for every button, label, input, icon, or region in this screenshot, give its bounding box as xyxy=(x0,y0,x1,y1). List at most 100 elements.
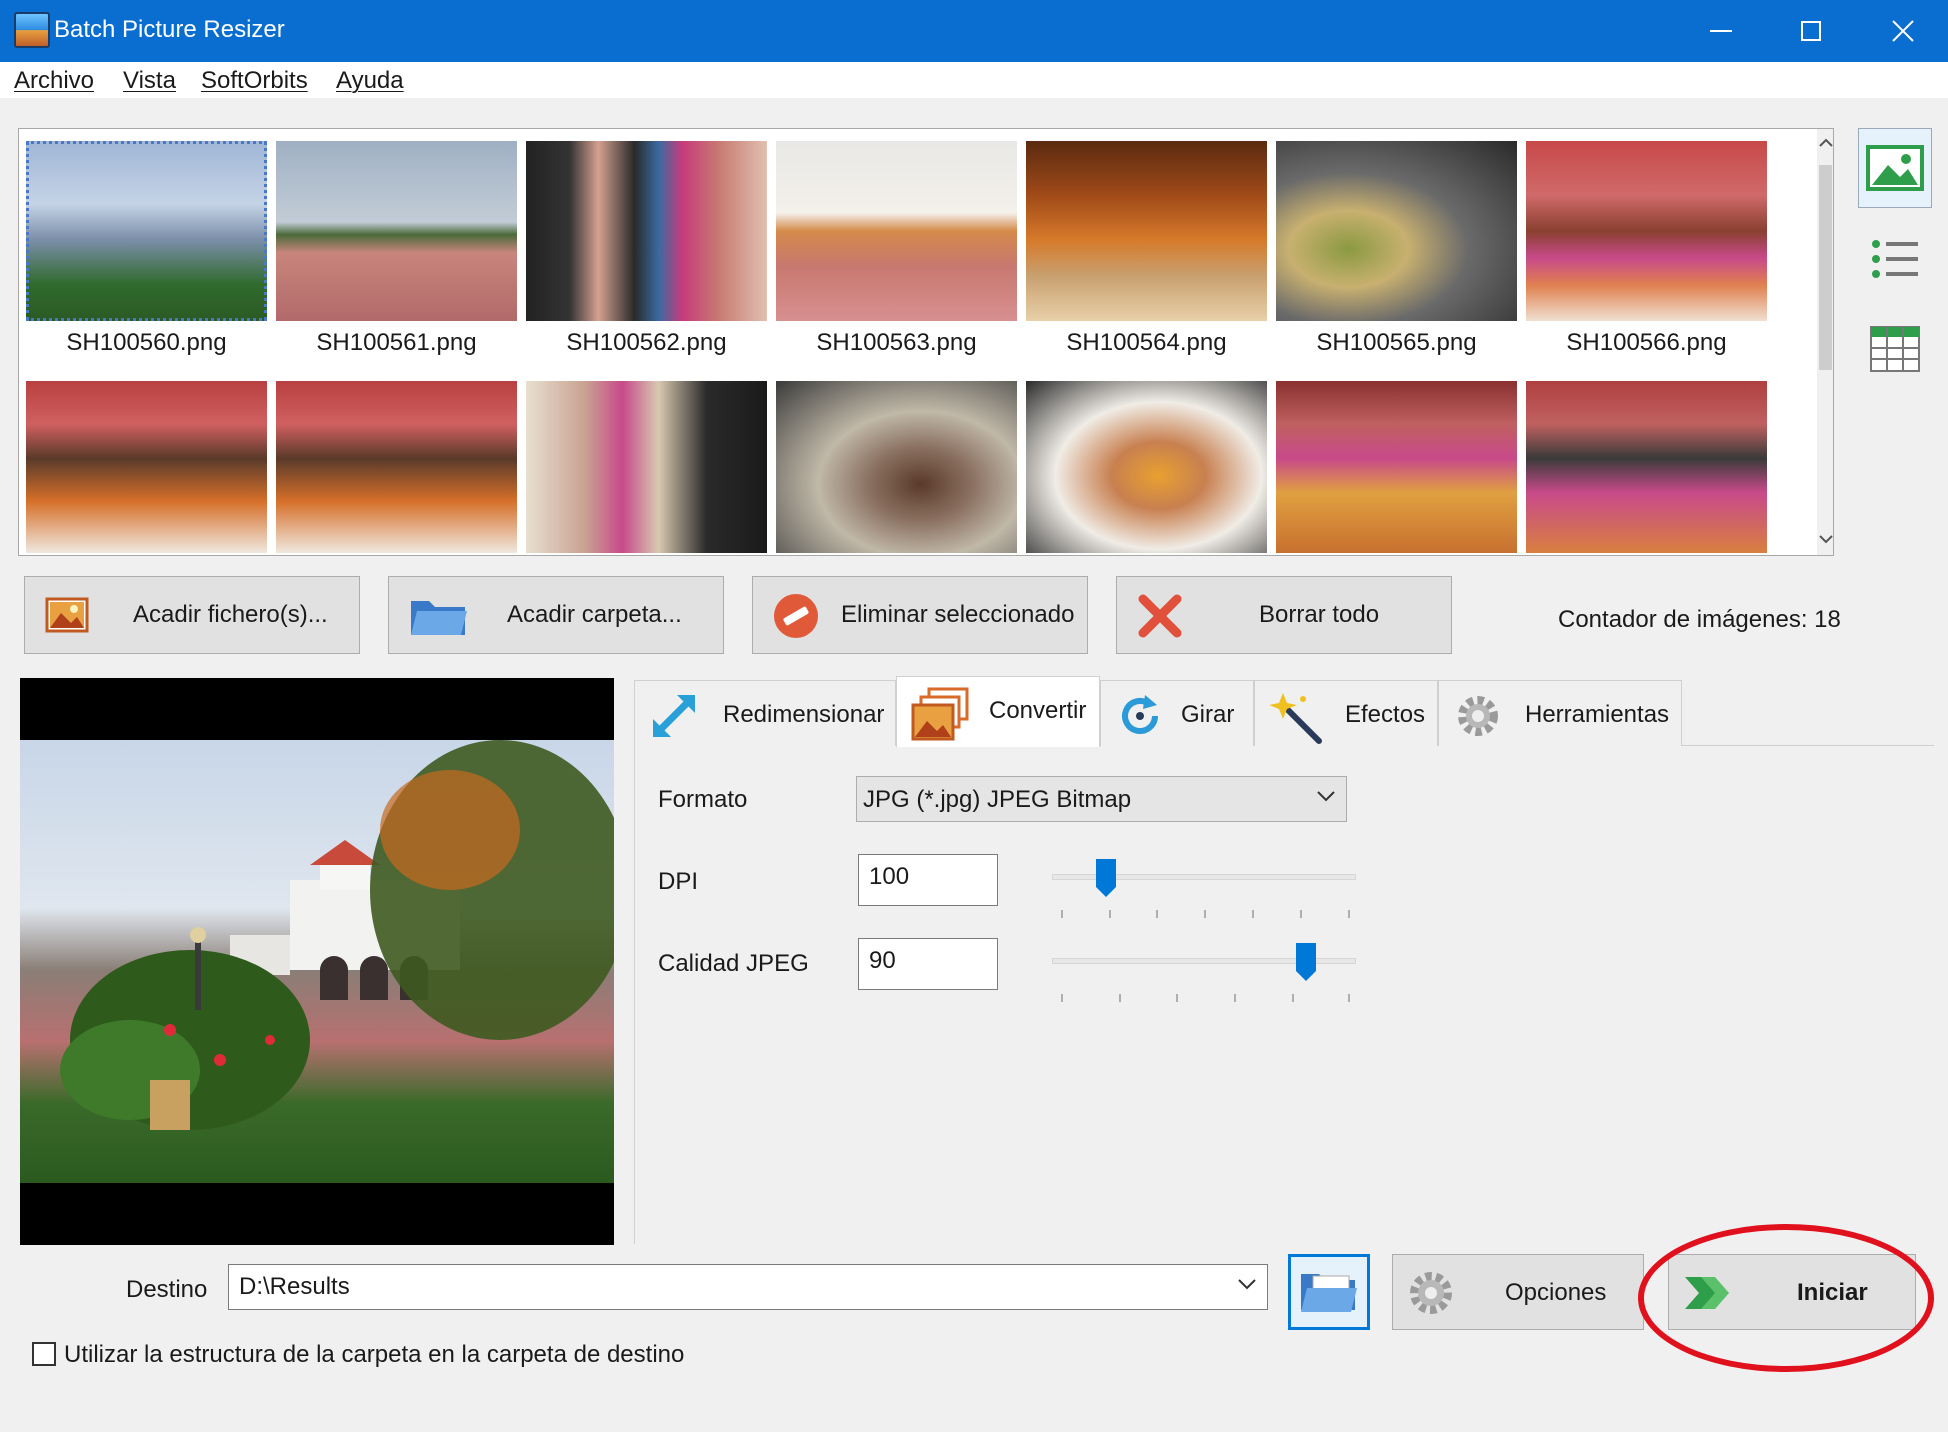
dpi-input[interactable]: 100 xyxy=(858,854,998,906)
thumbnail-item[interactable] xyxy=(1276,381,1517,553)
thumbnail-item[interactable] xyxy=(1526,381,1767,553)
tab-label: Redimensionar xyxy=(723,701,885,728)
image-preview xyxy=(20,678,614,1245)
minimize-button[interactable] xyxy=(1676,0,1766,62)
remove-selected-label: Eliminar seleccionado xyxy=(841,601,1075,628)
thumbnail-list[interactable]: SH100560.png SH100561.png SH100562.png S… xyxy=(18,128,1834,556)
thumbnail-item[interactable]: SH100560.png xyxy=(26,141,267,356)
thumbnail-filename: SH100566.png xyxy=(1566,329,1727,356)
menu-bar: Archivo Vista SoftOrbits Ayuda xyxy=(0,62,1948,98)
thumbnail-item[interactable]: SH100561.png xyxy=(276,141,517,356)
thumbnail-filename: SH100562.png xyxy=(566,329,727,356)
minimize-icon xyxy=(1710,30,1732,32)
menu-ayuda[interactable]: Ayuda xyxy=(336,67,404,95)
gear-icon xyxy=(1410,1272,1452,1314)
tab-bar: Redimensionar Convertir Girar Efectos He… xyxy=(634,676,1934,747)
menu-softorbits[interactable]: SoftOrbits xyxy=(201,67,308,95)
quality-slider[interactable] xyxy=(1052,943,1356,1002)
options-label: Opciones xyxy=(1505,1279,1607,1306)
title-bar: Batch Picture Resizer xyxy=(0,0,1948,62)
thumbnail-item[interactable] xyxy=(526,381,767,553)
quality-input[interactable]: 90 xyxy=(858,938,998,990)
thumbnail-item[interactable] xyxy=(26,381,267,553)
format-value: JPG (*.jpg) JPEG Bitmap xyxy=(863,786,1132,813)
format-label: Formato xyxy=(658,786,748,813)
thumbnail-filename: SH100561.png xyxy=(316,329,477,356)
tab-label: Herramientas xyxy=(1525,701,1670,728)
thumbnail-item[interactable]: SH100562.png xyxy=(526,141,767,356)
clear-all-label: Borrar todo xyxy=(1259,601,1380,628)
chevron-down-icon xyxy=(1317,791,1335,802)
thumbnail-image xyxy=(1276,141,1517,321)
tab-label: Girar xyxy=(1181,701,1235,728)
close-button[interactable] xyxy=(1858,0,1948,62)
highlight-circle xyxy=(1638,1224,1934,1372)
tab-convertir[interactable]: Convertir xyxy=(896,676,1100,747)
window-title: Batch Picture Resizer xyxy=(54,16,285,43)
thumbnail-image xyxy=(1026,381,1267,553)
thumbnail-item[interactable] xyxy=(776,381,1017,553)
tab-label: Convertir xyxy=(989,697,1087,724)
thumbnail-image xyxy=(776,381,1017,553)
dpi-slider[interactable] xyxy=(1052,859,1356,918)
tab-efectos[interactable]: Efectos xyxy=(1254,680,1438,746)
app-icon xyxy=(14,12,50,48)
remove-icon xyxy=(774,594,818,638)
destination-input[interactable]: D:\Results xyxy=(228,1264,1268,1310)
add-files-button[interactable]: Acadir fichero(s)... xyxy=(24,576,360,654)
view-table-button[interactable] xyxy=(1864,318,1926,380)
resize-icon xyxy=(653,695,695,737)
gear-icon xyxy=(1458,696,1498,736)
convert-icon xyxy=(911,687,969,741)
chevron-up-icon xyxy=(1818,138,1833,147)
folder-structure-label: Utilizar la estructura de la carpeta en … xyxy=(64,1341,685,1368)
tab-girar[interactable]: Girar xyxy=(1100,680,1254,746)
thumbnail-scrollbar[interactable] xyxy=(1817,129,1833,555)
table-icon xyxy=(1870,326,1920,372)
scrollbar-thumb[interactable] xyxy=(1819,165,1832,370)
format-select[interactable]: JPG (*.jpg) JPEG Bitmap xyxy=(856,776,1347,822)
thumbnail-image xyxy=(526,141,767,321)
view-thumbnails-button[interactable] xyxy=(1858,128,1932,208)
thumbnail-item[interactable]: SH100565.png xyxy=(1276,141,1517,356)
thumbnail-image xyxy=(276,381,517,553)
options-button[interactable]: Opciones xyxy=(1392,1254,1644,1330)
menu-vista[interactable]: Vista xyxy=(123,67,176,95)
scroll-up-button[interactable] xyxy=(1817,129,1833,157)
browse-folder-button[interactable] xyxy=(1288,1254,1370,1330)
thumbnail-filename: SH100565.png xyxy=(1316,329,1477,356)
magic-wand-icon xyxy=(1269,693,1322,744)
menu-archivo[interactable]: Archivo xyxy=(14,67,94,95)
thumbnail-image xyxy=(526,381,767,553)
preview-scene xyxy=(60,740,614,1130)
folder-structure-checkbox[interactable] xyxy=(32,1342,56,1366)
slider-knob[interactable] xyxy=(1095,858,1117,898)
add-folder-button[interactable]: Acadir carpeta... xyxy=(388,576,724,654)
destination-label: Destino xyxy=(126,1276,208,1303)
thumbnail-item[interactable] xyxy=(276,381,517,553)
close-icon xyxy=(1892,20,1914,42)
slider-knob[interactable] xyxy=(1295,942,1317,982)
thumbnail-item[interactable]: SH100563.png xyxy=(776,141,1017,356)
thumbnail-image xyxy=(276,141,517,321)
maximize-button[interactable] xyxy=(1766,0,1856,62)
clear-all-button[interactable]: Borrar todo xyxy=(1116,576,1452,654)
tab-herramientas[interactable]: Herramientas xyxy=(1438,680,1682,746)
thumbnail-item[interactable]: SH100566.png xyxy=(1526,141,1767,356)
remove-selected-button[interactable]: Eliminar seleccionado xyxy=(752,576,1088,654)
thumbnail-image xyxy=(26,381,267,553)
thumbnail-filename: SH100560.png xyxy=(66,329,227,356)
thumbnail-item[interactable] xyxy=(1026,381,1267,553)
picture-icon xyxy=(1866,145,1924,191)
add-folder-label: Acadir carpeta... xyxy=(507,601,682,628)
thumbnail-item[interactable]: SH100564.png xyxy=(1026,141,1267,356)
thumbnail-image xyxy=(776,141,1017,321)
tab-redimensionar[interactable]: Redimensionar xyxy=(634,680,896,746)
preview-photo xyxy=(20,740,614,1183)
destination-value: D:\Results xyxy=(239,1273,350,1300)
view-list-button[interactable] xyxy=(1866,228,1924,290)
chevron-down-icon xyxy=(1818,535,1833,544)
thumbnail-filename: SH100564.png xyxy=(1066,329,1227,356)
scroll-down-button[interactable] xyxy=(1817,525,1833,553)
thumbnail-image xyxy=(1526,141,1767,321)
